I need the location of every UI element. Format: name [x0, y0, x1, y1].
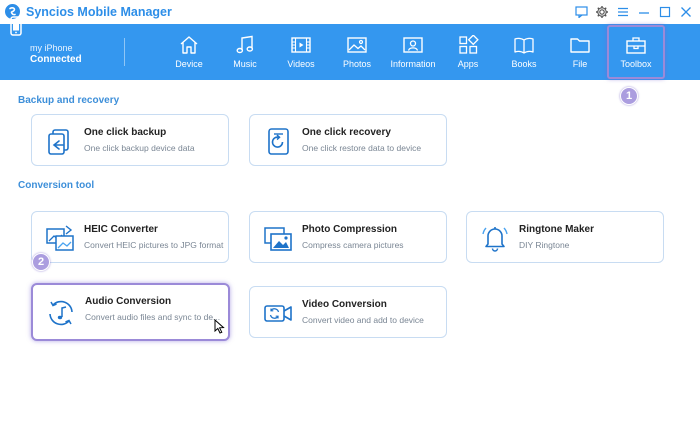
home-icon	[180, 36, 198, 54]
one-click-backup-card[interactable]: One click backup One click backup device…	[31, 114, 229, 166]
phone-icon	[10, 16, 22, 41]
music-note-icon	[236, 35, 254, 54]
title-bar: Syncios Mobile Manager	[0, 0, 700, 24]
image-icon	[347, 37, 367, 53]
step-badge-1: 1	[620, 87, 638, 105]
device-name: my iPhone	[30, 43, 73, 53]
recovery-icon	[268, 128, 289, 155]
nav-label: Books	[511, 59, 537, 69]
nav-item-file[interactable]: File	[552, 24, 608, 80]
audio-conversion-card[interactable]: Audio Conversion Convert audio files and…	[31, 283, 230, 341]
header-divider	[124, 38, 125, 66]
nav-label: Videos	[287, 59, 315, 69]
section-title-backup: Backup and recovery	[18, 95, 120, 106]
card-title: Photo Compression	[302, 224, 398, 235]
nav-label: File	[572, 59, 588, 69]
nav-item-books[interactable]: Books	[496, 24, 552, 80]
bell-icon	[482, 227, 508, 252]
nav-label: Device	[175, 59, 203, 69]
heic-convert-icon	[46, 225, 74, 251]
card-desc: Convert HEIC pictures to JPG format	[84, 240, 224, 250]
nav-item-information[interactable]: Information	[385, 24, 441, 80]
audio-convert-icon	[49, 300, 73, 326]
device-status: Connected	[30, 54, 82, 65]
film-icon	[291, 37, 311, 53]
contact-card-icon	[403, 37, 423, 53]
maximize-icon[interactable]	[657, 4, 673, 20]
step-badge-2: 2	[32, 253, 50, 271]
video-convert-icon	[264, 305, 292, 322]
photo-compress-icon	[264, 227, 292, 251]
nav-item-apps[interactable]: Apps	[440, 24, 496, 80]
card-title: HEIC Converter	[84, 224, 158, 235]
nav-item-photos[interactable]: Photos	[329, 24, 385, 80]
mouse-cursor-icon	[214, 319, 225, 334]
card-title: One click backup	[84, 127, 167, 138]
nav-label: Information	[390, 59, 436, 69]
nav-label: Photos	[342, 59, 372, 69]
menu-icon[interactable]	[615, 4, 631, 20]
ringtone-maker-card[interactable]: Ringtone Maker DIY Ringtone	[466, 211, 664, 263]
toolbox-highlight	[607, 25, 665, 79]
card-title: Audio Conversion	[85, 296, 172, 307]
folder-icon	[570, 38, 590, 53]
card-title: Ringtone Maker	[519, 224, 595, 235]
nav-item-videos[interactable]: Videos	[273, 24, 329, 80]
card-desc: Convert video and add to device	[302, 315, 424, 325]
card-title: Video Conversion	[302, 299, 387, 310]
app-title: Syncios Mobile Manager	[26, 5, 172, 19]
card-title: One click recovery	[302, 127, 391, 138]
book-icon	[514, 37, 534, 54]
settings-gear-icon[interactable]	[594, 4, 610, 20]
backup-icon	[48, 129, 69, 155]
video-conversion-card[interactable]: Video Conversion Convert video and add t…	[249, 286, 447, 338]
card-desc: DIY Ringtone	[519, 240, 570, 250]
feedback-icon[interactable]	[573, 4, 589, 20]
one-click-recovery-card[interactable]: One click recovery One click restore dat…	[249, 114, 447, 166]
card-desc: Compress camera pictures	[302, 240, 404, 250]
close-icon[interactable]	[678, 4, 694, 20]
card-desc: One click restore data to device	[302, 143, 422, 153]
minimize-icon[interactable]	[636, 4, 652, 20]
card-desc: One click backup device data	[84, 143, 195, 153]
nav-item-music[interactable]: Music	[217, 24, 273, 80]
heic-converter-card[interactable]: HEIC Converter Convert HEIC pictures to …	[31, 211, 229, 263]
section-title-conversion: Conversion tool	[18, 180, 95, 191]
nav-label: Apps	[457, 59, 479, 69]
apps-grid-icon	[459, 35, 479, 54]
photo-compression-card[interactable]: Photo Compression Compress camera pictur…	[249, 211, 447, 263]
card-desc: Convert audio files and sync to de...	[85, 312, 221, 322]
nav-item-device[interactable]: Device	[161, 24, 217, 80]
nav-label: Music	[233, 59, 257, 69]
